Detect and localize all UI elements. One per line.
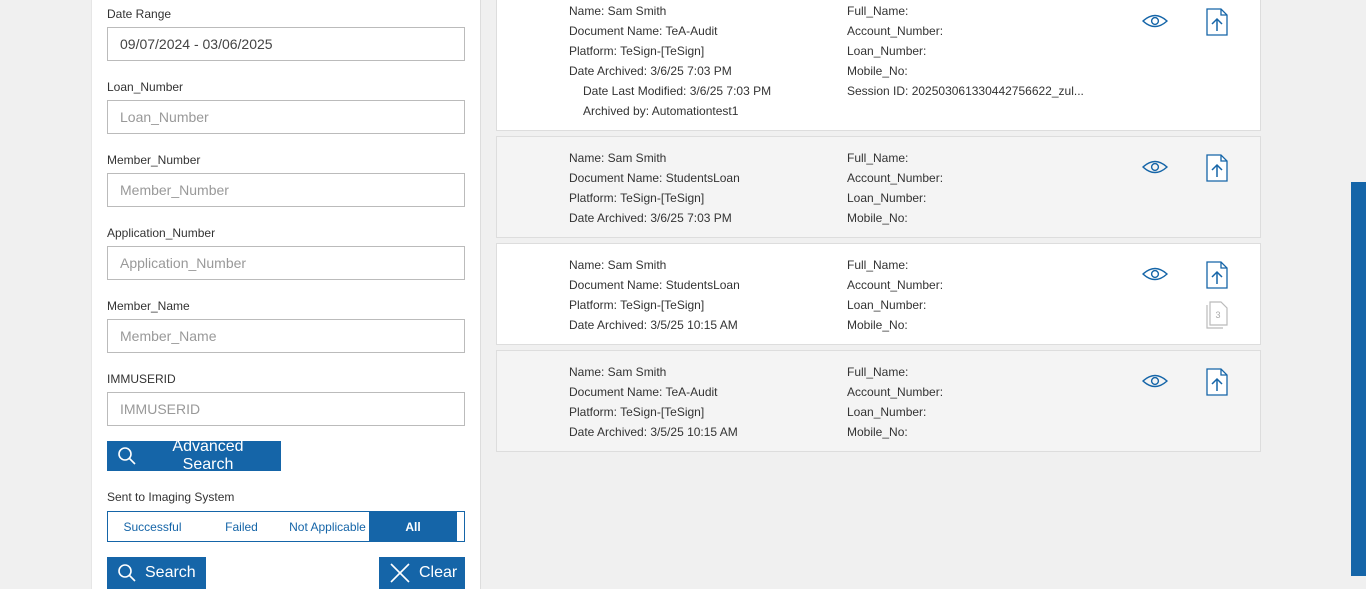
result-date-archived: Date Archived: 3/5/25 10:15 AM: [569, 425, 738, 439]
application-number-input[interactable]: [107, 246, 465, 280]
search-icon: [117, 446, 137, 466]
close-icon: [389, 562, 411, 584]
result-date-archived: Date Archived: 3/6/25 7:03 PM: [569, 211, 732, 225]
result-date-archived: Date Archived: 3/5/25 10:15 AM: [569, 318, 738, 332]
result-card: Name: Sam Smith Document Name: StudentsL…: [496, 243, 1261, 345]
immuserid-label: IMMUSERID: [107, 372, 176, 386]
result-document-name: Document Name: StudentsLoan: [569, 278, 740, 292]
application-number-label: Application_Number: [107, 226, 216, 240]
filter-panel: Date Range Loan_Number Member_Number App…: [91, 0, 481, 589]
eye-icon[interactable]: [1141, 156, 1169, 178]
date-range-label: Date Range: [107, 7, 172, 21]
result-platform: Platform: TeSign-[TeSign]: [569, 405, 705, 419]
result-loan-number: Loan_Number:: [847, 44, 927, 58]
upload-document-icon[interactable]: [1205, 7, 1229, 37]
result-mobile-no: Mobile_No:: [847, 425, 908, 439]
imaging-option-all[interactable]: All: [369, 512, 457, 541]
member-name-input[interactable]: [107, 319, 465, 353]
result-card: Name: Sam Smith Document Name: TeA-Audit…: [496, 0, 1261, 131]
eye-icon[interactable]: [1141, 370, 1169, 392]
pages-count: 3: [1215, 310, 1220, 320]
loan-number-input[interactable]: [107, 100, 465, 134]
search-button[interactable]: Search: [107, 557, 206, 589]
result-account-number: Account_Number:: [847, 385, 944, 399]
result-name: Name: Sam Smith: [569, 258, 667, 272]
result-card: Name: Sam Smith Document Name: StudentsL…: [496, 136, 1261, 238]
result-document-name: Document Name: TeA-Audit: [569, 24, 718, 38]
result-mobile-no: Mobile_No:: [847, 318, 908, 332]
clear-button[interactable]: Clear: [379, 557, 465, 589]
advanced-search-button[interactable]: Advanced Search: [107, 438, 281, 473]
result-account-number: Account_Number:: [847, 278, 944, 292]
result-mobile-no: Mobile_No:: [847, 211, 908, 225]
upload-document-icon[interactable]: [1205, 153, 1229, 183]
search-icon: [117, 563, 137, 583]
result-document-name: Document Name: StudentsLoan: [569, 171, 740, 185]
result-account-number: Account_Number:: [847, 171, 944, 185]
clear-label: Clear: [419, 564, 458, 581]
loan-number-label: Loan_Number: [107, 80, 184, 94]
search-label: Search: [145, 564, 196, 581]
member-name-label: Member_Name: [107, 299, 190, 313]
upload-document-icon[interactable]: [1205, 367, 1229, 397]
date-range-input[interactable]: [107, 27, 465, 61]
result-card: Name: Sam Smith Document Name: TeA-Audit…: [496, 350, 1261, 452]
result-date-modified: Date Last Modified: 3/6/25 7:03 PM: [583, 84, 772, 98]
eye-icon[interactable]: [1141, 263, 1169, 285]
result-loan-number: Loan_Number:: [847, 405, 927, 419]
eye-icon[interactable]: [1141, 10, 1169, 32]
result-platform: Platform: TeSign-[TeSign]: [569, 191, 705, 205]
imaging-option-not-applicable[interactable]: Not Applicable: [286, 512, 369, 541]
result-session-id: Session ID: 20250306133044275662​2_zul..…: [847, 84, 1084, 98]
result-platform: Platform: TeSign-[TeSign]: [569, 44, 705, 58]
result-name: Name: Sam Smith: [569, 365, 667, 379]
result-document-name: Document Name: TeA-Audit: [569, 385, 718, 399]
page-scrollbar[interactable]: [1351, 182, 1366, 576]
immuserid-input[interactable]: [107, 392, 465, 426]
result-full-name: Full_Name:: [847, 258, 909, 272]
result-loan-number: Loan_Number:: [847, 191, 927, 205]
advanced-search-label: Advanced Search: [172, 438, 244, 473]
result-mobile-no: Mobile_No:: [847, 64, 908, 78]
imaging-option-failed[interactable]: Failed: [197, 512, 286, 541]
imaging-status-toggle: Successful Failed Not Applicable All: [107, 511, 465, 542]
result-account-number: Account_Number:: [847, 24, 944, 38]
document-pages-icon[interactable]: 3: [1205, 300, 1229, 330]
result-full-name: Full_Name:: [847, 365, 909, 379]
upload-document-icon[interactable]: [1205, 260, 1229, 290]
member-number-input[interactable]: [107, 173, 465, 207]
imaging-option-successful[interactable]: Successful: [108, 512, 197, 541]
result-loan-number: Loan_Number:: [847, 298, 927, 312]
result-name: Name: Sam Smith: [569, 4, 667, 18]
sent-to-imaging-label: Sent to Imaging System: [107, 490, 235, 504]
result-full-name: Full_Name:: [847, 4, 909, 18]
member-number-label: Member_Number: [107, 153, 201, 167]
result-platform: Platform: TeSign-[TeSign]: [569, 298, 705, 312]
result-date-archived: Date Archived: 3/6/25 7:03 PM: [569, 64, 732, 78]
result-archived-by: Archived by: Automationtest1: [583, 104, 739, 118]
result-full-name: Full_Name:: [847, 151, 909, 165]
result-name: Name: Sam Smith: [569, 151, 667, 165]
